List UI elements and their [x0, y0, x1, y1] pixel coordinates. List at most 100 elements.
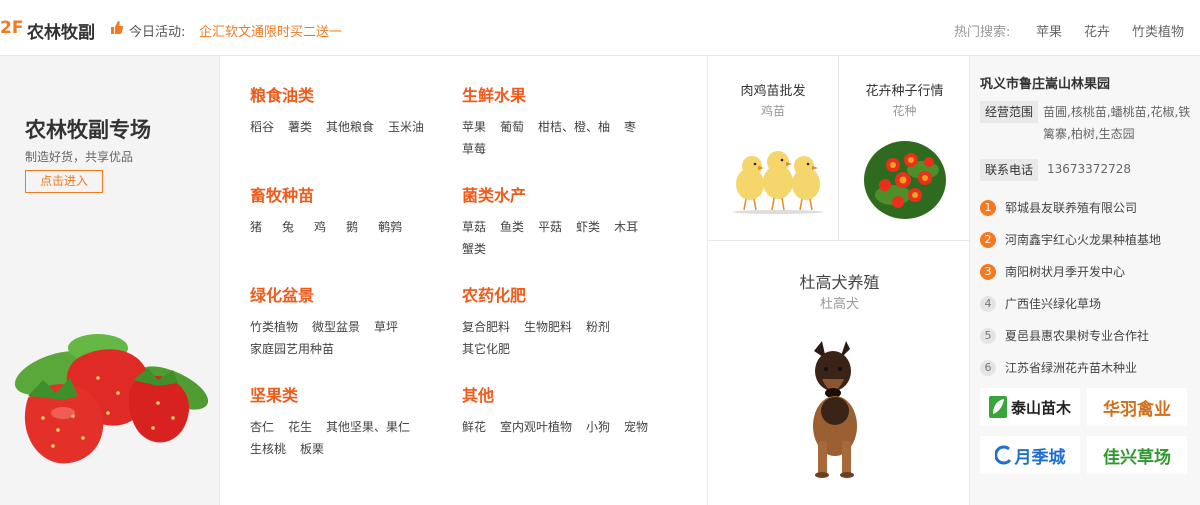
category-link[interactable]: 鸡	[314, 216, 326, 238]
product-card[interactable]: 肉鸡苗批发 鸡苗	[708, 56, 839, 241]
company-panel: 巩义市鲁庄嵩山林果园 经营范围 苗圃,核桃苗,蟠桃苗,花椒,铁篱寨,柏树,生态园…	[970, 56, 1200, 505]
category-link[interactable]: 其它化肥	[462, 338, 510, 360]
brand-name: 月季城	[1014, 447, 1066, 468]
floor-title: 农林牧副	[27, 23, 95, 43]
product-card[interactable]: 杜高犬养殖 杜高犬	[708, 241, 971, 505]
category-link[interactable]: 草菇	[462, 216, 486, 238]
category-title[interactable]: 粮食油类	[250, 82, 314, 106]
card-title: 杜高犬养殖	[799, 273, 880, 292]
promo-subtitle: 制造好货，共享优品	[25, 150, 134, 164]
category-link[interactable]: 葡萄	[500, 116, 524, 138]
category-link[interactable]: 稻谷	[250, 116, 274, 138]
category-link[interactable]: 鲜花	[462, 416, 486, 438]
rank-company: 河南鑫宇红心火龙果种植基地	[1005, 233, 1162, 247]
category-link[interactable]: 竹类植物	[250, 316, 298, 338]
category-link[interactable]: 木耳	[614, 216, 638, 238]
category-link[interactable]: 微型盆景	[312, 316, 360, 338]
category-title[interactable]: 畜牧种苗	[250, 182, 314, 206]
rank-number: 3	[980, 264, 996, 280]
phone-tag: 联系电话	[980, 159, 1039, 181]
category-link[interactable]: 苹果	[462, 116, 486, 138]
category-title[interactable]: 生鲜水果	[462, 82, 526, 106]
category-link[interactable]: 兔	[282, 216, 294, 238]
category-links: 草菇 鱼类 平菇 虾类 木耳蟹类	[462, 216, 667, 260]
category-link[interactable]: 猪	[250, 216, 262, 238]
hot-search-item[interactable]: 花卉	[1084, 21, 1110, 40]
category-links: 竹类植物 微型盆景 草坪家庭园艺用种苗	[250, 316, 455, 360]
category-link[interactable]: 杏仁	[250, 416, 274, 438]
category-link[interactable]: 板栗	[300, 438, 324, 460]
category-link[interactable]: 柑桔、橙、柚	[538, 116, 610, 138]
category-link[interactable]: 粉剂	[586, 316, 610, 338]
category-link[interactable]: 蟹类	[462, 238, 486, 260]
floor-header: 2F 农林牧副 今日活动: 企汇软文通限时买二送一 热门搜索: 苹果 花卉 竹类…	[0, 0, 1200, 56]
floor-number: 2F	[0, 18, 24, 38]
category-link[interactable]: 生核桃	[250, 438, 286, 460]
card-subtitle: 杜高犬	[819, 297, 859, 312]
category-links: 复合肥料 生物肥料 粉剂其它化肥	[462, 316, 667, 360]
promo-panel[interactable]: 农林牧副专场 制造好货，共享优品 点击进入	[0, 56, 220, 505]
activity-link[interactable]: 企汇软文通限时买二送一	[199, 21, 342, 40]
category-links: 稻谷 薯类 其他粮食 玉米油	[250, 116, 455, 138]
hot-search-label: 热门搜索:	[954, 25, 1011, 40]
category-link[interactable]: 其他坚果、果仁	[326, 416, 410, 438]
category-link[interactable]: 草莓	[462, 138, 486, 160]
rank-company: 郓城县友联养殖有限公司	[1005, 201, 1138, 215]
rank-company: 广西佳兴绿化草场	[1005, 297, 1102, 311]
hot-search-item[interactable]: 苹果	[1036, 21, 1062, 40]
rank-number: 4	[980, 296, 996, 312]
phone-number: 13673372728	[1047, 162, 1131, 176]
product-cards: 肉鸡苗批发 鸡苗 花卉种子行情 花种 杜高犬养殖 杜高犬	[707, 56, 970, 505]
brand-logo[interactable]: 泰山苗木	[980, 388, 1080, 426]
rank-company: 南阳树状月季开发中心	[1005, 265, 1126, 279]
category-link[interactable]: 室内观叶植物	[500, 416, 572, 438]
category-title[interactable]: 农药化肥	[462, 282, 526, 306]
brand-logo[interactable]: 佳兴草场	[1087, 436, 1187, 474]
company-name[interactable]: 巩义市鲁庄嵩山林果园	[980, 73, 1110, 92]
category-link[interactable]: 平菇	[538, 216, 562, 238]
category-links: 杏仁 花生 其他坚果、果仁生核桃 板栗	[250, 416, 455, 460]
brand-logo[interactable]: 月季城	[980, 436, 1080, 474]
flower-image	[864, 141, 946, 219]
chicks-image	[733, 151, 823, 214]
card-title: 肉鸡苗批发	[740, 84, 806, 99]
rank-number: 1	[980, 200, 996, 216]
category-links: 猪兔鸡鹅鹌鹑	[250, 216, 455, 238]
rank-number: 6	[980, 360, 996, 376]
category-link[interactable]: 家庭园艺用种苗	[250, 338, 334, 360]
category-link[interactable]: 鹅	[346, 216, 358, 238]
hot-search-item[interactable]: 竹类植物	[1132, 21, 1184, 40]
product-card[interactable]: 花卉种子行情 花种	[839, 56, 970, 241]
thumbs-up-icon	[111, 21, 123, 34]
category-link[interactable]: 其他粮食	[326, 116, 374, 138]
rank-number: 5	[980, 328, 996, 344]
category-title[interactable]: 其他	[462, 382, 494, 406]
category-link[interactable]: 鹌鹑	[378, 216, 402, 238]
category-title[interactable]: 坚果类	[250, 382, 298, 406]
ring-icon	[994, 445, 1011, 465]
scope-tag: 经营范围	[980, 101, 1039, 123]
category-link[interactable]: 虾类	[576, 216, 600, 238]
dog-image	[813, 341, 857, 478]
category-title[interactable]: 菌类水产	[462, 182, 526, 206]
scope-text: 苗圃,核桃苗,蟠桃苗,花椒,铁篱寨,柏树,生态园	[1043, 105, 1191, 141]
rank-company: 夏邑县惠农果树专业合作社	[1005, 329, 1150, 343]
brand-name: 泰山苗木	[1010, 398, 1071, 417]
category-link[interactable]: 宠物	[624, 416, 648, 438]
category-link[interactable]: 生物肥料	[524, 316, 572, 338]
category-link[interactable]: 薯类	[288, 116, 312, 138]
activity-label: 今日活动:	[129, 25, 186, 40]
brand-logo[interactable]: 华羽禽业	[1087, 388, 1187, 426]
category-link[interactable]: 复合肥料	[462, 316, 510, 338]
category-links: 苹果 葡萄 柑桔、橙、柚 枣草莓	[462, 116, 667, 160]
category-link[interactable]: 枣	[624, 116, 636, 138]
brand-name: 华羽禽业	[1103, 399, 1171, 420]
category-link[interactable]: 花生	[288, 416, 312, 438]
enter-button[interactable]: 点击进入	[25, 170, 103, 193]
category-title[interactable]: 绿化盆景	[250, 282, 314, 306]
category-link[interactable]: 小狗	[586, 416, 610, 438]
category-link[interactable]: 鱼类	[500, 216, 524, 238]
category-link[interactable]: 草坪	[374, 316, 398, 338]
brand-name: 佳兴草场	[1103, 447, 1171, 468]
category-link[interactable]: 玉米油	[388, 116, 424, 138]
